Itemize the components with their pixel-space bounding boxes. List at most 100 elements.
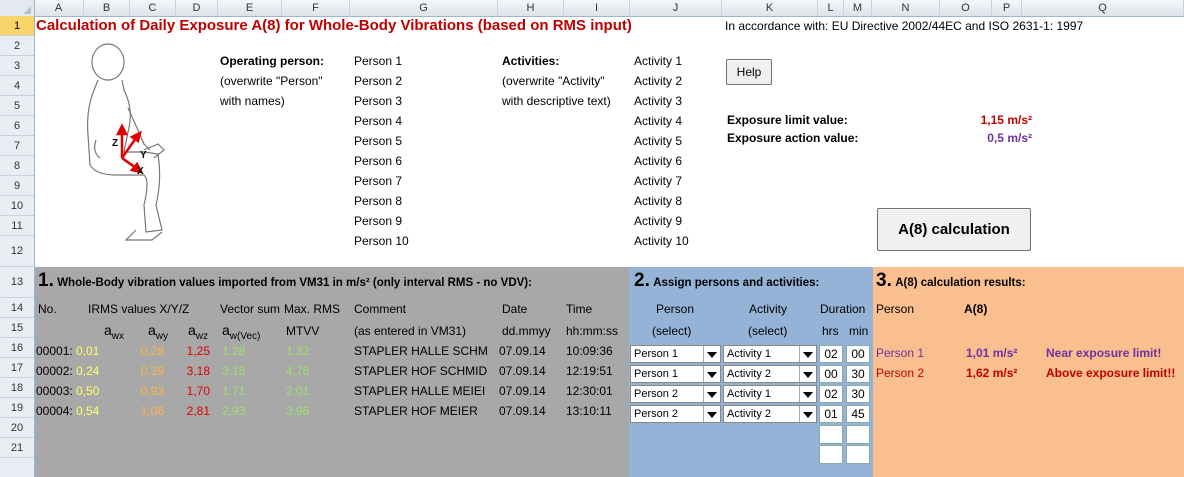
row-no[interactable]: 00002: [36,364,73,378]
row-header[interactable]: 19 [0,398,34,418]
chevron-down-icon[interactable] [703,406,720,422]
time-value[interactable]: 13:10:11 [566,404,612,418]
chevron-down-icon[interactable] [703,366,720,382]
column-header-p[interactable]: P [992,0,1022,16]
row-header[interactable]: 6 [0,116,34,136]
duration-minutes-input[interactable]: 45 [846,405,870,423]
person-cell[interactable]: Person 5 [354,134,402,148]
activity-cell[interactable]: Activity 5 [634,134,682,148]
date-value[interactable]: 07.09.14 [499,344,546,358]
row-header[interactable]: 2 [0,36,34,56]
row-header[interactable]: 8 [0,156,34,176]
awy-value[interactable]: 1,06 [130,404,164,418]
duration-hours-input[interactable]: 02 [819,385,843,403]
time-value[interactable]: 10:09:36 [566,344,613,358]
select-all-corner[interactable] [0,0,35,16]
awvec-value[interactable]: 1,71 [222,384,245,398]
activity-select[interactable]: Activity 2 [723,365,817,383]
row-header[interactable]: 1 [0,16,34,36]
activity-select[interactable]: Activity 1 [723,345,817,363]
row-header[interactable]: 13 [0,267,34,298]
row-header[interactable]: 21 [0,438,34,458]
help-button[interactable]: Help [726,59,772,85]
chevron-down-icon[interactable] [799,366,816,382]
awx-value[interactable]: 0,54 [76,404,99,418]
mtvv-value[interactable]: 1,32 [286,344,309,358]
row-header[interactable]: 4 [0,76,34,96]
person-cell[interactable]: Person 6 [354,154,402,168]
column-header-b[interactable]: B [84,0,130,16]
column-header-g[interactable]: G [350,0,498,16]
duration-hours-input[interactable]: 02 [819,345,843,363]
column-header-c[interactable]: C [130,0,176,16]
row-header[interactable]: 3 [0,56,34,76]
date-value[interactable]: 07.09.14 [499,364,546,378]
row-header[interactable]: 12 [0,236,34,267]
column-header-f[interactable]: F [282,0,350,16]
a8-calculation-button[interactable]: A(8) calculation [877,208,1031,251]
duration-hours-input[interactable]: 01 [819,405,843,423]
person-select[interactable]: Person 1 [630,345,721,363]
awz-value[interactable]: 1,70 [176,384,210,398]
column-header-j[interactable]: J [630,0,722,16]
activity-cell[interactable]: Activity 2 [634,74,682,88]
person-select[interactable]: Person 2 [630,405,721,423]
row-no[interactable]: 00001: [36,344,73,358]
row-header[interactable]: 11 [0,216,34,236]
awx-value[interactable]: 0,24 [76,364,99,378]
duration-hours-input[interactable] [819,445,843,464]
chevron-down-icon[interactable] [799,406,816,422]
column-header-o[interactable]: O [940,0,992,16]
date-value[interactable]: 07.09.14 [499,404,546,418]
person-cell[interactable]: Person 7 [354,174,402,188]
column-header-h[interactable]: H [498,0,564,16]
activity-select[interactable]: Activity 1 [723,385,817,403]
row-no[interactable]: 00003: [36,384,73,398]
person-cell[interactable]: Person 4 [354,114,402,128]
awvec-value[interactable]: 1,28 [222,344,245,358]
person-cell[interactable]: Person 2 [354,74,402,88]
activity-cell[interactable]: Activity 1 [634,54,682,68]
column-header-d[interactable]: D [176,0,218,16]
activity-cell[interactable]: Activity 9 [634,214,682,228]
column-header-l[interactable]: L [818,0,844,16]
chevron-down-icon[interactable] [703,386,720,402]
person-cell[interactable]: Person 10 [354,234,409,248]
duration-hours-input[interactable]: 00 [819,365,843,383]
person-cell[interactable]: Person 1 [354,54,402,68]
time-value[interactable]: 12:30:01 [566,384,613,398]
row-header[interactable]: 9 [0,176,34,196]
awz-value[interactable]: 2,81 [176,404,210,418]
time-value[interactable]: 12:19:51 [566,364,613,378]
awy-value[interactable]: 0,39 [130,364,164,378]
column-header-m[interactable]: M [844,0,872,16]
duration-minutes-input[interactable] [846,425,870,444]
row-header[interactable]: 10 [0,196,34,216]
mtvv-value[interactable]: 4,78 [286,364,309,378]
awx-value[interactable]: 0,50 [76,384,99,398]
person-select[interactable]: Person 1 [630,365,721,383]
row-header[interactable]: 18 [0,378,34,398]
awvec-value[interactable]: 2,93 [222,404,245,418]
duration-minutes-input[interactable]: 30 [846,385,870,403]
duration-minutes-input[interactable] [846,445,870,464]
column-header-q[interactable]: Q [1022,0,1184,16]
duration-hours-input[interactable] [819,425,843,444]
column-header-i[interactable]: I [564,0,630,16]
activity-cell[interactable]: Activity 3 [634,94,682,108]
awy-value[interactable]: 0,28 [130,344,164,358]
row-header[interactable]: 7 [0,136,34,156]
row-header[interactable]: 15 [0,318,34,338]
row-header[interactable]: 17 [0,358,34,378]
awx-value[interactable]: 0,01 [76,344,99,358]
activity-cell[interactable]: Activity 4 [634,114,682,128]
column-header-e[interactable]: E [218,0,282,16]
row-header[interactable]: 16 [0,338,34,358]
activity-cell[interactable]: Activity 7 [634,174,682,188]
activity-cell[interactable]: Activity 8 [634,194,682,208]
row-header[interactable]: 14 [0,298,34,318]
mtvv-value[interactable]: 2,01 [286,384,309,398]
comment-value[interactable]: STAPLER HALLE MEIEI [354,384,498,398]
activity-cell[interactable]: Activity 6 [634,154,682,168]
row-header[interactable]: 20 [0,418,34,438]
